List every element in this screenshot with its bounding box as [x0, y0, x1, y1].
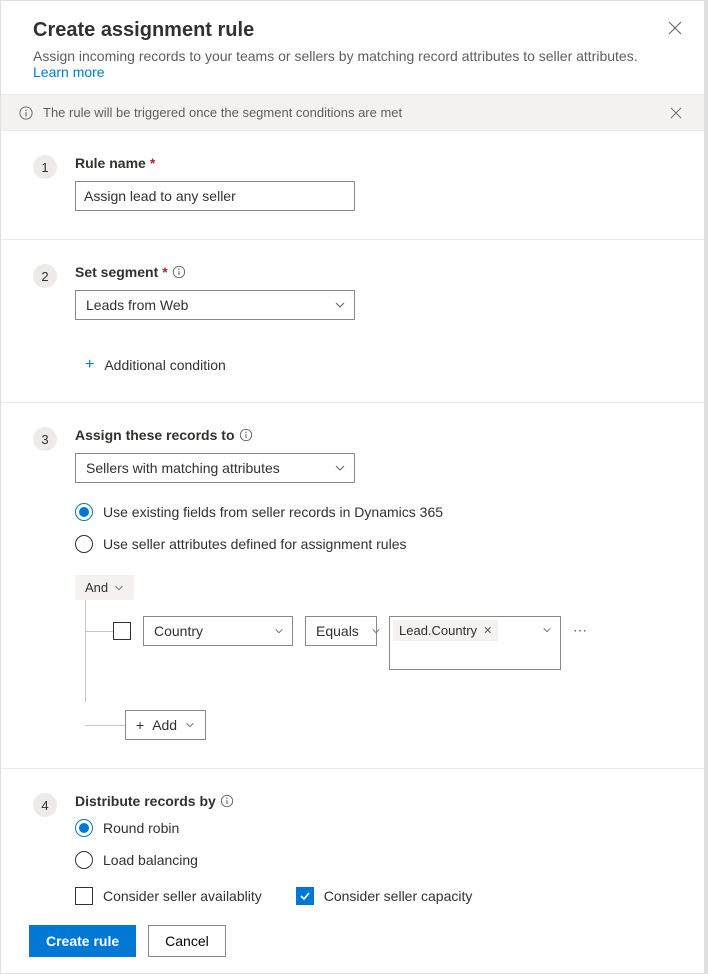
info-icon	[19, 106, 33, 120]
segment-select[interactable]: Leads from Web	[75, 290, 355, 320]
assign-to-select[interactable]: Sellers with matching attributes	[75, 453, 355, 483]
plus-icon: +	[85, 356, 94, 374]
info-bar-text: The rule will be triggered once the segm…	[43, 105, 402, 120]
check-capacity[interactable]: Consider seller capacity	[296, 887, 473, 905]
rule-name-input[interactable]	[75, 181, 355, 211]
checkbox-icon	[75, 887, 93, 905]
section-rule-name: 1 Rule name *	[1, 131, 704, 240]
step-number-2: 2	[33, 264, 57, 288]
additional-condition-button[interactable]: + Additional condition	[85, 356, 672, 374]
section-set-segment: 2 Set segment * Leads from Web	[1, 240, 704, 403]
checkbox-checked-icon	[296, 887, 314, 905]
value-tag: Lead.Country ✕	[393, 620, 498, 641]
cancel-button[interactable]: Cancel	[148, 925, 226, 957]
segment-label: Set segment *	[75, 264, 672, 280]
learn-more-link[interactable]: Learn more	[33, 64, 105, 80]
chevron-down-icon	[371, 626, 381, 636]
segment-select-value: Leads from Web	[86, 297, 188, 313]
create-rule-button[interactable]: Create rule	[29, 925, 136, 957]
condition-field-select[interactable]: Country	[143, 616, 293, 646]
chevron-down-icon	[185, 720, 195, 730]
radio-load-balancing[interactable]: Load balancing	[75, 851, 672, 869]
check-availability[interactable]: Consider seller availablity	[75, 887, 262, 905]
radio-round-robin[interactable]: Round robin	[75, 819, 672, 837]
section-distribute: 4 Distribute records by Round robin	[1, 769, 704, 911]
condition-operator-select[interactable]: Equals	[305, 616, 377, 646]
assign-to-label: Assign these records to	[75, 427, 672, 443]
radio-icon	[75, 819, 93, 837]
info-icon[interactable]	[220, 794, 234, 808]
radio-seller-attributes[interactable]: Use seller attributes defined for assign…	[75, 535, 672, 553]
tag-remove-icon[interactable]: ✕	[483, 624, 492, 637]
radio-icon	[75, 535, 93, 553]
required-asterisk: *	[150, 155, 155, 171]
condition-checkbox[interactable]	[113, 622, 131, 640]
radio-existing-fields[interactable]: Use existing fields from seller records …	[75, 503, 672, 521]
more-options-icon[interactable]: ⋯	[573, 622, 588, 639]
dialog-subtitle: Assign incoming records to your teams or…	[33, 48, 672, 80]
chevron-down-icon	[114, 583, 124, 593]
required-asterisk: *	[162, 264, 167, 280]
close-icon[interactable]	[668, 21, 682, 35]
step-number-3: 3	[33, 427, 57, 451]
chevron-down-icon	[542, 625, 552, 635]
subtitle-text: Assign incoming records to your teams or…	[33, 48, 638, 64]
info-icon[interactable]	[172, 265, 186, 279]
radio-icon	[75, 503, 93, 521]
chevron-down-icon	[334, 462, 346, 474]
section-assign-to: 3 Assign these records to Sellers with m…	[1, 403, 704, 769]
chevron-down-icon	[334, 299, 346, 311]
rule-name-label: Rule name *	[75, 155, 672, 171]
step-number-1: 1	[33, 155, 57, 179]
info-bar-dismiss-icon[interactable]	[670, 107, 682, 119]
condition-value-input[interactable]: Lead.Country ✕	[389, 616, 561, 670]
step-number-4: 4	[33, 793, 57, 817]
assign-to-select-value: Sellers with matching attributes	[86, 460, 280, 476]
dialog-title: Create assignment rule	[33, 19, 672, 42]
chevron-down-icon	[274, 626, 284, 636]
add-condition-button[interactable]: + Add	[125, 710, 206, 740]
plus-icon: +	[136, 717, 144, 733]
info-bar: The rule will be triggered once the segm…	[1, 94, 704, 131]
distribute-label: Distribute records by	[75, 793, 672, 809]
info-icon[interactable]	[239, 428, 253, 442]
and-operator-select[interactable]: And	[75, 575, 134, 600]
radio-icon	[75, 851, 93, 869]
